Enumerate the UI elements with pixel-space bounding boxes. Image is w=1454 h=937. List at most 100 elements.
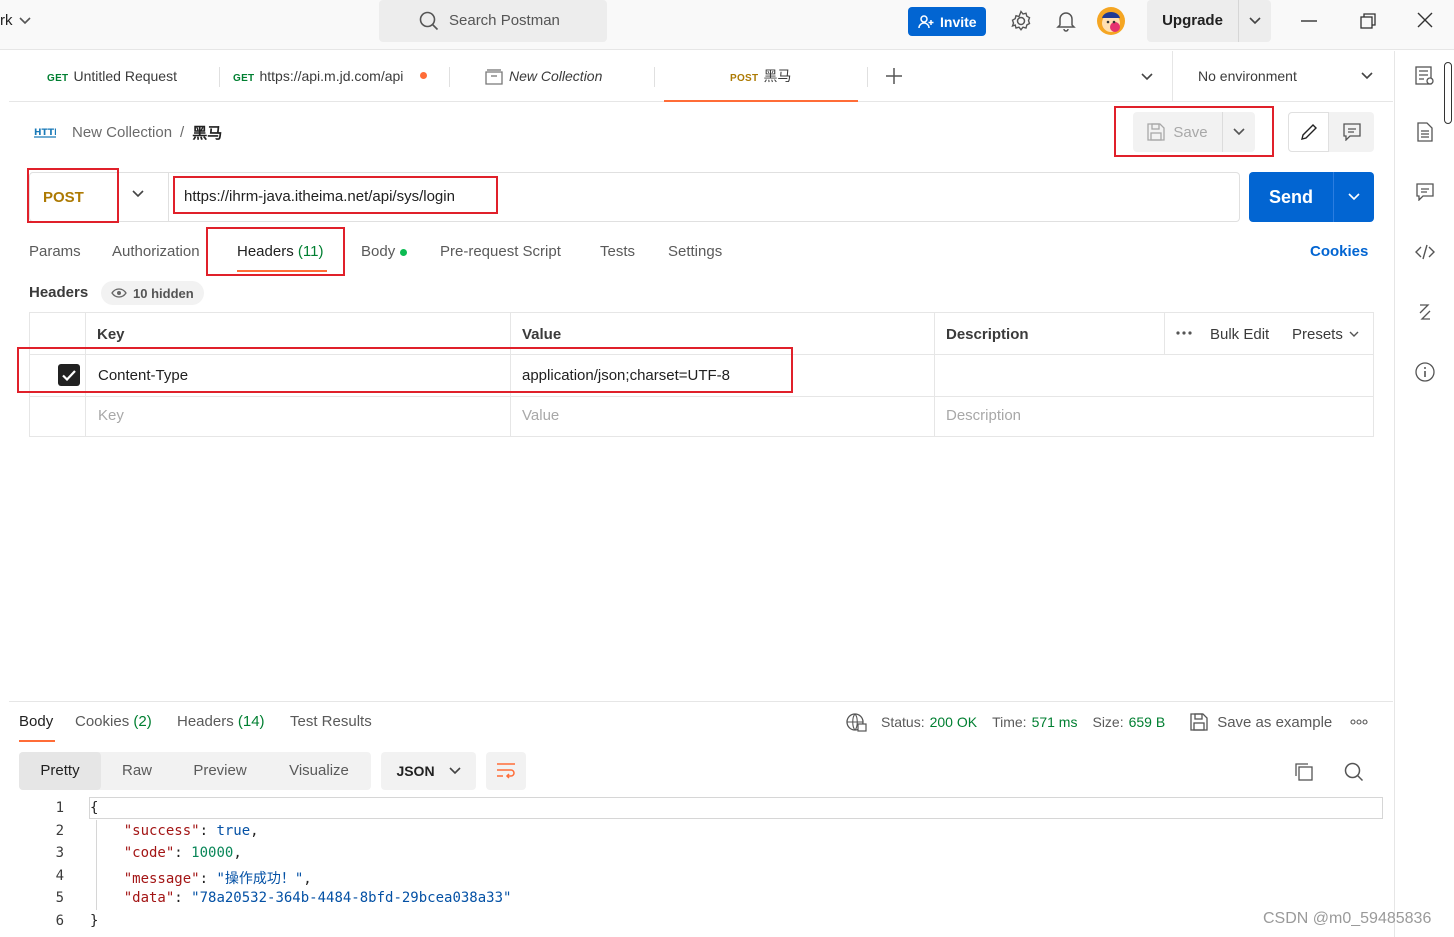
related-collections-icon[interactable]: [1417, 302, 1433, 322]
code-line[interactable]: }: [90, 913, 98, 929]
tab-label: Untitled Request: [73, 68, 177, 84]
environment-selector[interactable]: No environment: [1172, 51, 1393, 102]
comment-icon[interactable]: [1329, 112, 1374, 152]
response-tab-body[interactable]: Body: [19, 713, 53, 730]
status-value[interactable]: 200 OK: [930, 714, 977, 730]
line-number: 5: [55, 890, 64, 906]
bulk-edit-button[interactable]: Bulk Edit: [1210, 326, 1269, 343]
more-options-icon[interactable]: [1350, 719, 1368, 725]
invite-label: Invite: [940, 13, 977, 30]
active-tab-indicator: [19, 740, 55, 742]
json-value: "78a20532-364b-4484-8bfd-29bcea038a33": [191, 890, 512, 906]
current-line-highlight: [89, 797, 1383, 819]
column-key: Key: [97, 326, 125, 343]
chevron-down-icon[interactable]: [132, 190, 144, 198]
save-as-example-button[interactable]: Save as example: [1190, 713, 1332, 731]
line-number: 6: [55, 913, 64, 929]
code-line[interactable]: {: [90, 800, 98, 816]
tab-settings[interactable]: Settings: [668, 243, 722, 260]
tab-prerequest-script[interactable]: Pre-request Script: [440, 243, 561, 260]
highlight-box: [173, 176, 498, 214]
breadcrumb-collection[interactable]: New Collection: [72, 124, 172, 141]
chevron-down-icon: [1361, 72, 1373, 80]
invite-button[interactable]: Invite: [908, 7, 986, 36]
minimize-icon[interactable]: [1301, 20, 1317, 22]
new-value-input[interactable]: Value: [522, 407, 559, 424]
edit-pencil-icon[interactable]: [1288, 112, 1329, 152]
comments-icon[interactable]: [1416, 183, 1434, 201]
tabs-overflow-chevron-icon[interactable]: [1141, 73, 1153, 81]
close-window-icon[interactable]: [1417, 12, 1433, 28]
view-preview[interactable]: Preview: [173, 752, 267, 790]
time-label: Time:: [992, 714, 1027, 730]
search-icon[interactable]: [1344, 762, 1364, 782]
time-value[interactable]: 571 ms: [1032, 714, 1078, 730]
send-button[interactable]: Send: [1249, 172, 1374, 222]
tab-new-collection[interactable]: New Collection: [485, 51, 645, 102]
status-label: Status:: [881, 714, 925, 730]
tab-method: GET: [47, 73, 69, 84]
upgrade-label: Upgrade: [1147, 0, 1239, 42]
settings-gear-icon[interactable]: [1010, 10, 1032, 32]
code-line[interactable]: "message": "操作成功！",: [90, 868, 312, 888]
format-select[interactable]: JSON: [381, 752, 476, 790]
tab-method: POST: [730, 73, 759, 84]
save-icon: [1190, 713, 1208, 731]
right-sidebar: [1394, 51, 1454, 937]
view-pretty[interactable]: Pretty: [19, 752, 101, 790]
presets-dropdown[interactable]: Presets: [1292, 326, 1359, 343]
response-cookies-label: Cookies: [75, 713, 130, 730]
code-line[interactable]: "code": 10000,: [90, 845, 242, 861]
avatar[interactable]: [1096, 6, 1126, 36]
restore-window-icon[interactable]: [1360, 13, 1376, 29]
tab-tests[interactable]: Tests: [600, 243, 635, 260]
tab-authorization[interactable]: Authorization: [112, 243, 200, 260]
response-headers-count: (14): [237, 713, 265, 730]
chevron-down-icon[interactable]: [1239, 17, 1271, 25]
eye-icon: [111, 288, 127, 298]
chevron-down-icon: [1349, 331, 1359, 338]
hidden-headers-toggle[interactable]: 10 hidden: [101, 281, 204, 305]
save-as-example-label: Save as example: [1217, 713, 1333, 731]
search-bar[interactable]: Search Postman: [379, 0, 607, 42]
send-options-chevron-icon[interactable]: [1334, 193, 1374, 201]
tab-body-label: Body: [361, 243, 396, 260]
response-tab-cookies[interactable]: Cookies (2): [75, 713, 152, 730]
tab-heima[interactable]: POST 黑马: [730, 51, 850, 102]
response-divider: [9, 701, 1393, 702]
view-visualize[interactable]: Visualize: [271, 752, 367, 790]
view-mode-group: Pretty Raw Preview Visualize: [19, 752, 371, 790]
presets-label: Presets: [1292, 326, 1343, 343]
wrap-lines-button[interactable]: [486, 752, 526, 790]
scrollbar[interactable]: [1444, 62, 1452, 124]
response-meta: Status: 200 OK Time: 571 ms Size: 659 B …: [845, 712, 1368, 732]
code-line[interactable]: "data": "78a20532-364b-4484-8bfd-29bcea0…: [90, 890, 512, 906]
documentation-icon[interactable]: [1417, 122, 1433, 142]
code-snippet-icon[interactable]: [1415, 244, 1435, 260]
copy-icon[interactable]: [1294, 762, 1314, 782]
chevron-down-icon: [18, 16, 31, 25]
environment-quick-look-icon[interactable]: [1415, 66, 1435, 86]
upgrade-button[interactable]: Upgrade: [1147, 0, 1271, 42]
breadcrumb-request[interactable]: 黑马: [192, 122, 222, 143]
tab-jd-api[interactable]: GET https://api.m.jd.com/api: [233, 51, 419, 102]
environment-label: No environment: [1198, 68, 1297, 84]
new-tab-plus-icon[interactable]: [886, 68, 902, 84]
size-value[interactable]: 659 B: [1129, 714, 1166, 730]
response-tab-test-results[interactable]: Test Results: [290, 713, 372, 730]
network-globe-icon[interactable]: [845, 712, 867, 732]
new-description-input[interactable]: Description: [946, 407, 1021, 424]
view-raw[interactable]: Raw: [101, 752, 173, 790]
new-key-input[interactable]: Key: [98, 407, 124, 424]
notification-bell-icon[interactable]: [1056, 10, 1076, 32]
info-icon[interactable]: [1415, 362, 1435, 382]
tab-untitled-request[interactable]: GET Untitled Request: [47, 51, 212, 102]
response-tab-headers[interactable]: Headers (14): [177, 713, 265, 730]
code-line[interactable]: "success": true,: [90, 823, 259, 839]
cookies-link[interactable]: Cookies: [1310, 243, 1368, 260]
more-options-icon[interactable]: [1176, 331, 1192, 335]
highlight-box: [1114, 106, 1274, 157]
tab-body[interactable]: Body: [361, 243, 408, 260]
workspace-menu[interactable]: rk: [0, 12, 31, 29]
tab-params[interactable]: Params: [29, 243, 81, 260]
